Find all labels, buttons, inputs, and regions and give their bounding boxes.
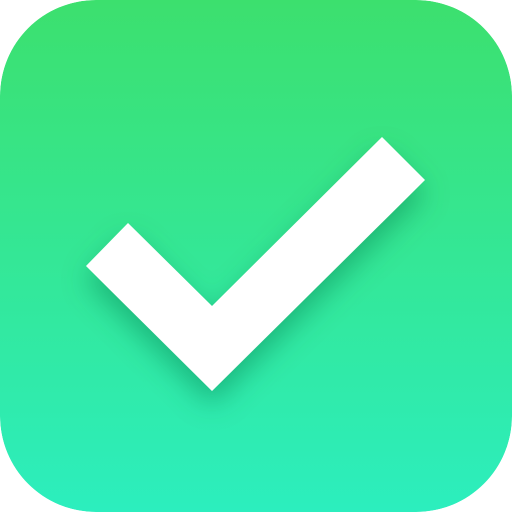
checkmark-icon <box>0 0 512 512</box>
icon-background <box>0 0 512 512</box>
app-icon-tile[interactable] <box>0 0 512 512</box>
